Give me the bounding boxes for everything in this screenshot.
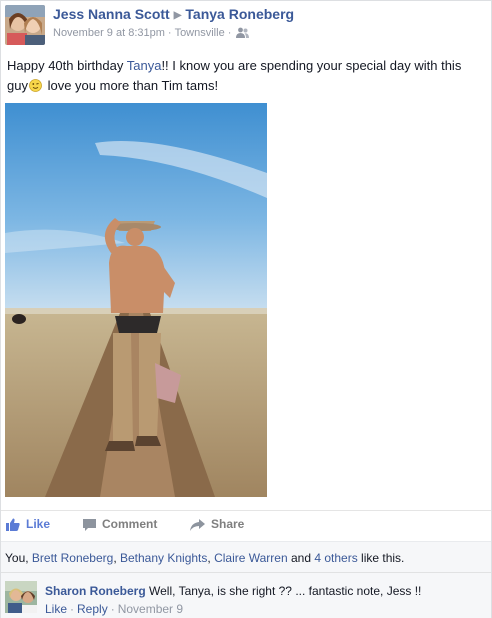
- meta-separator: ·: [167, 27, 172, 39]
- meta-separator: ·: [70, 602, 75, 616]
- meta-separator: ·: [227, 27, 232, 39]
- comment-button[interactable]: Comment: [83, 517, 157, 531]
- post-text-part: love you more than Tim tams!: [43, 78, 219, 93]
- post-photo[interactable]: [5, 103, 267, 497]
- post-location[interactable]: Townsville: [175, 27, 225, 39]
- comment-reply-link[interactable]: Reply: [77, 602, 108, 616]
- liker-link[interactable]: Brett Roneberg: [32, 551, 113, 565]
- thumbs-up-icon: [6, 518, 20, 531]
- recipient-name[interactable]: Tanya Roneberg: [185, 6, 294, 22]
- post-message: Happy 40th birthday Tanya!! I know you a…: [7, 56, 483, 96]
- like-label: Like: [26, 517, 51, 531]
- comment-bubble-icon: [83, 519, 96, 531]
- commenter-avatar[interactable]: [5, 581, 37, 613]
- post-meta: November 9 at 8:31pm · Townsville ·: [53, 27, 250, 41]
- post-timestamp[interactable]: November 9 at 8:31pm: [53, 27, 165, 39]
- liker-link[interactable]: Bethany Knights: [120, 551, 207, 565]
- comment-like-link[interactable]: Like: [45, 602, 67, 616]
- likes-text-part: You,: [5, 551, 32, 565]
- likes-text-part: and: [287, 551, 315, 565]
- comment-text: Well, Tanya, is she right ?? ... fantast…: [145, 584, 422, 598]
- likes-text-part: ,: [113, 551, 120, 565]
- author-name[interactable]: Jess Nanna Scott: [53, 6, 170, 22]
- friends-audience-icon[interactable]: [236, 27, 250, 41]
- post-card: Jess Nanna Scott ▶ Tanya Roneberg November…: [0, 0, 492, 618]
- share-button[interactable]: Share: [190, 517, 244, 531]
- share-arrow-icon: [190, 519, 205, 531]
- arrow-right-icon: ▶: [173, 10, 182, 21]
- post-header: Jess Nanna Scott ▶ Tanya Roneberg November…: [5, 5, 485, 45]
- author-avatar[interactable]: [5, 5, 45, 45]
- likes-sentence: You, Brett Roneberg, Bethany Knights, Cl…: [5, 551, 404, 565]
- likes-text-part: like this.: [357, 551, 405, 565]
- comment-label: Comment: [102, 517, 158, 531]
- post-title: Jess Nanna Scott ▶ Tanya Roneberg: [53, 6, 294, 22]
- share-label: Share: [211, 517, 245, 531]
- liker-link[interactable]: Claire Warren: [214, 551, 288, 565]
- post-actions-bar: Like Comment Share: [1, 510, 491, 541]
- like-button[interactable]: Like: [6, 517, 50, 531]
- meta-separator: ·: [110, 602, 115, 616]
- commenter-name[interactable]: Sharon Roneberg: [45, 584, 146, 598]
- tagged-friend-link[interactable]: Tanya: [127, 58, 162, 73]
- others-likers-link[interactable]: 4 others: [314, 551, 357, 565]
- post-text-part: Happy 40th birthday: [7, 58, 127, 73]
- comment-body: Sharon Roneberg Well, Tanya, is she righ…: [45, 584, 421, 598]
- smiley-emoji-icon: [29, 78, 42, 92]
- comment: Sharon Roneberg Well, Tanya, is she righ…: [1, 572, 491, 618]
- likes-summary: You, Brett Roneberg, Bethany Knights, Cl…: [1, 541, 491, 572]
- comment-date[interactable]: November 9: [118, 602, 183, 616]
- comment-meta: Like · Reply · November 9: [45, 602, 183, 616]
